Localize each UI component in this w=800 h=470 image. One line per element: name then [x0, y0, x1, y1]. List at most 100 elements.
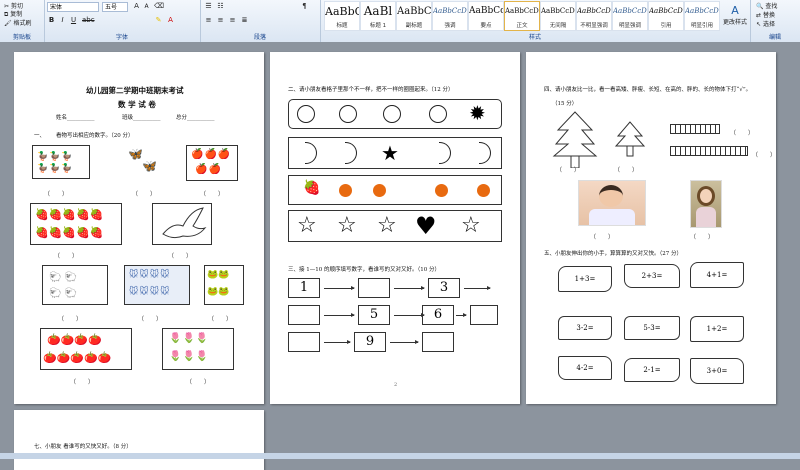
fruits-row[interactable]: 🍓	[288, 175, 502, 205]
moon-icon	[439, 142, 451, 164]
style-name: 无间隔	[549, 23, 567, 29]
style-gallery-item[interactable]: AaBbC 副标题	[396, 1, 432, 31]
format-painter-button[interactable]: 🖌 格式刷	[4, 18, 32, 27]
style-sample: AaBbCcDt	[577, 7, 611, 15]
number-box-8[interactable]	[288, 332, 320, 352]
arrow-icon	[464, 286, 491, 290]
font-color-icon[interactable]: A	[166, 16, 175, 25]
clear-format-icon[interactable]: ⌫	[154, 2, 164, 11]
number-box-1[interactable]: 1	[288, 278, 320, 298]
style-sample: AaBbCcDt	[649, 7, 683, 15]
answer-blank-3: （ ）	[200, 191, 225, 198]
strikethrough-icon[interactable]: abc	[82, 16, 95, 25]
editing-group: 🔍 查找 ⇄ 替换 ↖ 选择 编辑	[750, 0, 800, 42]
math-problem-4[interactable]: 3-2=	[558, 316, 612, 340]
shrink-font-icon[interactable]: A	[142, 2, 151, 11]
number-box-7[interactable]	[470, 305, 498, 325]
orange-icon	[339, 184, 352, 197]
math-problem-8[interactable]: 2-1=	[624, 358, 680, 382]
bullets-icon[interactable]: ☰	[204, 2, 213, 11]
page-1[interactable]: 幼儿园第二学期中班期末考试 数 学 试 卷 姓名__________ 班级___…	[14, 52, 264, 404]
style-sample: AaBbCcDt	[685, 7, 719, 15]
italic-button[interactable]: I	[58, 16, 67, 25]
frog-picture: 🐸🐸 🐸🐸	[204, 265, 244, 305]
style-name: 标题 1	[369, 23, 387, 29]
underline-button[interactable]: U	[69, 16, 78, 25]
smiley-icon	[383, 105, 401, 123]
style-gallery-item[interactable]: AaBbCcDt 无间隔	[540, 1, 576, 31]
math-problem-1[interactable]: 1+3=	[558, 266, 612, 292]
math-problem-6[interactable]: 1+2=	[690, 316, 744, 342]
align-center-icon[interactable]: ≡	[216, 16, 225, 25]
strawberry-picture: 🍓🍓🍓🍓🍓 🍓🍓🍓🍓🍓	[30, 203, 122, 245]
answer-blank-8: （ ）	[208, 316, 233, 323]
number-box-10[interactable]	[422, 332, 454, 352]
highlight-icon[interactable]: ✎	[154, 16, 163, 25]
faces-row[interactable]: ✹	[288, 99, 502, 129]
select-button[interactable]: ↖ 选择	[756, 19, 775, 28]
girl-photo	[690, 180, 722, 228]
style-name: 引用	[660, 23, 672, 29]
style-gallery-item[interactable]: AaBbCcD 要点	[468, 1, 504, 31]
style-gallery-item[interactable]: AaBbC 标题	[324, 1, 360, 31]
align-left-icon[interactable]: ≡	[204, 16, 213, 25]
style-gallery-item[interactable]: AaBbCcDt 引用	[648, 1, 684, 31]
clipboard-group: ✂ 剪切 ⧉ 复制 🖌 格式刷 剪贴板	[0, 0, 45, 42]
style-name: 标题	[336, 23, 348, 29]
number-box-5[interactable]: 5	[358, 305, 390, 325]
stars-row[interactable]: ☆ ☆ ☆ ♥ ☆	[288, 210, 502, 242]
align-right-icon[interactable]: ≡	[228, 16, 237, 25]
font-group-label: 字体	[115, 34, 128, 41]
change-styles-button[interactable]: A 更改样式	[722, 4, 748, 26]
find-button[interactable]: 🔍 查找	[756, 1, 777, 10]
page-2[interactable]: 二、请小朋友看格子里那个不一样，把不一样的圈圈起来。（12 分） ✹ ★ 🍓 ☆…	[270, 52, 520, 404]
show-marks-icon[interactable]: ¶	[300, 2, 309, 11]
numbering-icon[interactable]: ☷	[216, 2, 225, 11]
grow-font-icon[interactable]: A	[132, 2, 141, 11]
style-gallery-item[interactable]: AaBbCcDt 不明显强调	[576, 1, 612, 31]
justify-icon[interactable]: ≣	[240, 16, 249, 25]
short-ruler	[670, 146, 748, 156]
editing-group-label: 编辑	[768, 34, 781, 41]
math-problem-7[interactable]: 4-2=	[558, 356, 612, 380]
math-problem-2[interactable]: 2+3=	[624, 264, 680, 288]
bold-button[interactable]: B	[47, 16, 56, 25]
style-gallery-item[interactable]: AaBbCcDt 明显强调	[612, 1, 648, 31]
style-gallery-item[interactable]: AaBbCcDt 明显引用	[684, 1, 720, 31]
strawberry-icon: 🍓	[303, 180, 321, 196]
orange-icon	[435, 184, 448, 197]
answer-blank-long-ruler: （ ）	[730, 130, 755, 137]
page-4[interactable]: 七、小朋友 看谁写的又快又好。（8 分）	[14, 410, 264, 470]
document-area[interactable]: 幼儿园第二学期中班期末考试 数 学 试 卷 姓名__________ 班级___…	[0, 42, 800, 470]
font-family-select[interactable]: 宋体	[47, 2, 99, 12]
smiley-icon	[339, 105, 357, 123]
question-4-score: （15 分）	[552, 101, 578, 107]
replace-button[interactable]: ⇄ 替换	[756, 10, 775, 19]
math-problem-5[interactable]: 5-3=	[624, 316, 680, 340]
font-size-select[interactable]: 五号	[102, 2, 128, 12]
number-box-3[interactable]: 3	[428, 278, 460, 298]
style-gallery-item[interactable]: AaBbCcDt 强调	[432, 1, 468, 31]
number-box-6[interactable]: 6	[422, 305, 454, 325]
moons-row[interactable]: ★	[288, 137, 502, 169]
answer-blank-short-ruler: （ ）	[752, 152, 776, 159]
apple-picture: 🍎🍎🍎 🍎🍎	[186, 145, 238, 181]
page-3[interactable]: 四、请小朋友比一比，看一看高矮、胖瘦、长短、在高的、胖的、长的物体下打“√”。 …	[526, 52, 776, 404]
dove-picture	[152, 203, 212, 245]
sun-icon: ✹	[469, 101, 486, 125]
butterfly-picture: 🦋 🦋	[128, 147, 157, 173]
number-box-2[interactable]	[358, 278, 390, 298]
arrow-icon	[324, 340, 351, 344]
smiley-icon	[297, 105, 315, 123]
math-problem-9[interactable]: 3+0=	[690, 358, 744, 384]
style-gallery-item[interactable]: AaBbCcDt 正文	[504, 1, 540, 31]
question-3: 三、接 1—10 的顺序填写数字，看谁写的又对又好。（10 分）	[288, 267, 440, 273]
number-box-4[interactable]	[288, 305, 320, 325]
boy-photo	[578, 180, 646, 226]
moon-icon	[305, 142, 317, 164]
number-box-9[interactable]: 9	[354, 332, 386, 352]
dove-icon	[162, 207, 207, 239]
math-problem-3[interactable]: 4+1=	[690, 262, 744, 288]
style-gallery-item[interactable]: AaBl 标题 1	[360, 1, 396, 31]
style-sample: AaBbCcDt	[541, 7, 575, 15]
